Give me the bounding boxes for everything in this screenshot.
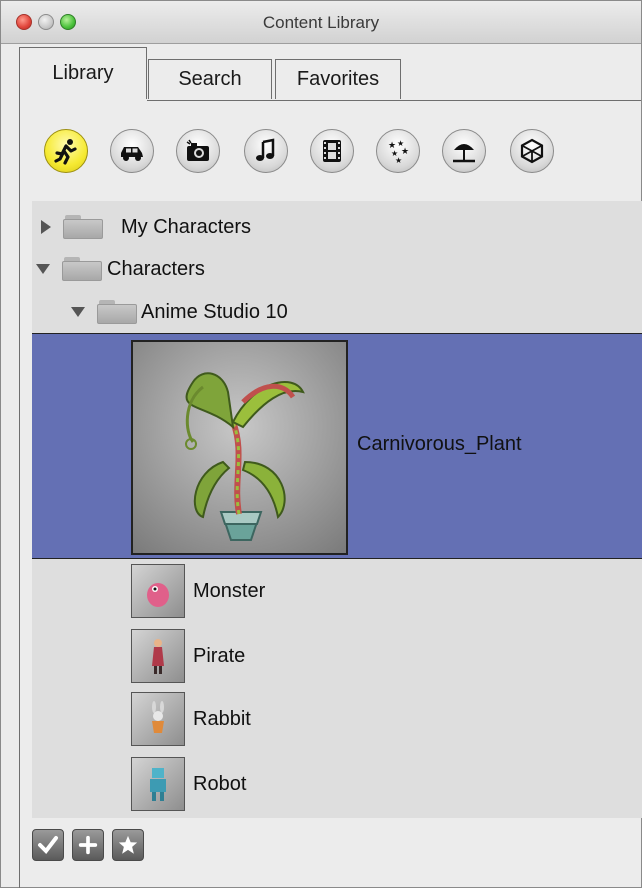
- camera-icon: [186, 139, 209, 161]
- cube-icon: [520, 138, 544, 164]
- stars-icon: ★ ★ ★ ★ ★: [388, 139, 409, 165]
- tab-divider: [147, 100, 641, 101]
- tab-label: Library: [52, 62, 114, 84]
- category-vehicles-button[interactable]: [110, 129, 154, 173]
- list-item-pirate[interactable]: Pirate: [131, 628, 245, 684]
- running-figure-icon: [54, 139, 77, 165]
- disclosure-expanded-icon[interactable]: [71, 307, 85, 317]
- disclosure-expanded-icon[interactable]: [36, 264, 50, 274]
- checkmark-icon: [38, 836, 58, 855]
- favorite-button[interactable]: [112, 829, 144, 861]
- list-item-robot[interactable]: Robot: [131, 756, 246, 812]
- pirate-thumbnail: [131, 629, 185, 683]
- carnivorous-plant-thumbnail[interactable]: [131, 340, 348, 555]
- plus-icon: [78, 835, 98, 855]
- bottom-toolbar: [32, 829, 144, 873]
- folder-label: Characters: [107, 257, 205, 280]
- tab-search[interactable]: Search: [148, 59, 272, 99]
- add-button[interactable]: [72, 829, 104, 861]
- title-bar[interactable]: Content Library: [1, 1, 641, 44]
- category-characters-button[interactable]: [44, 129, 88, 173]
- item-label: Pirate: [193, 644, 246, 667]
- item-label: Monster: [193, 579, 266, 602]
- film-icon: [323, 140, 341, 162]
- plant-illustration: [185, 372, 305, 541]
- tree-folder-my-characters[interactable]: My Characters: [41, 209, 251, 245]
- folder-icon: [97, 300, 137, 324]
- window-title: Content Library: [262, 13, 380, 32]
- car-icon: [121, 147, 143, 161]
- music-note-icon: [256, 138, 275, 161]
- svg-text:★: ★: [401, 147, 409, 157]
- folder-label: Anime Studio 10: [141, 300, 288, 323]
- list-item-monster[interactable]: Monster: [131, 563, 265, 619]
- tab-favorites[interactable]: Favorites: [275, 59, 401, 99]
- category-3d-objects-button[interactable]: [510, 129, 554, 173]
- content-library-window: Content Library Library Search Favorites: [0, 0, 642, 888]
- tab-label: Search: [178, 68, 242, 90]
- tab-library[interactable]: Library: [19, 47, 147, 99]
- item-label: Rabbit: [193, 707, 251, 730]
- star-icon: [118, 835, 138, 854]
- folder-label: My Characters: [121, 215, 252, 238]
- tab-label: Favorites: [296, 68, 380, 90]
- tree-folder-anime-studio-10[interactable]: Anime Studio 10: [71, 294, 288, 330]
- robot-thumbnail: [131, 757, 185, 811]
- rabbit-thumbnail: [131, 692, 185, 746]
- folder-icon: [62, 257, 102, 281]
- selected-item-label: Carnivorous_Plant: [357, 433, 522, 455]
- svg-text:★: ★: [395, 156, 402, 165]
- category-scenes-button[interactable]: [442, 129, 486, 173]
- apply-button[interactable]: [32, 829, 64, 861]
- disclosure-collapsed-icon[interactable]: [41, 220, 51, 234]
- category-cameras-button[interactable]: [176, 129, 220, 173]
- folder-icon: [63, 215, 103, 239]
- monster-thumbnail: [131, 564, 185, 618]
- category-video-button[interactable]: [310, 129, 354, 173]
- category-particles-button[interactable]: ★ ★ ★ ★ ★: [376, 129, 420, 173]
- panel-border: [19, 98, 20, 888]
- tree-folder-characters[interactable]: Characters: [36, 251, 205, 287]
- item-label: Robot: [193, 772, 247, 795]
- beach-umbrella-icon: [453, 144, 475, 163]
- list-item-rabbit[interactable]: Rabbit: [131, 691, 251, 747]
- category-audio-button[interactable]: [244, 129, 288, 173]
